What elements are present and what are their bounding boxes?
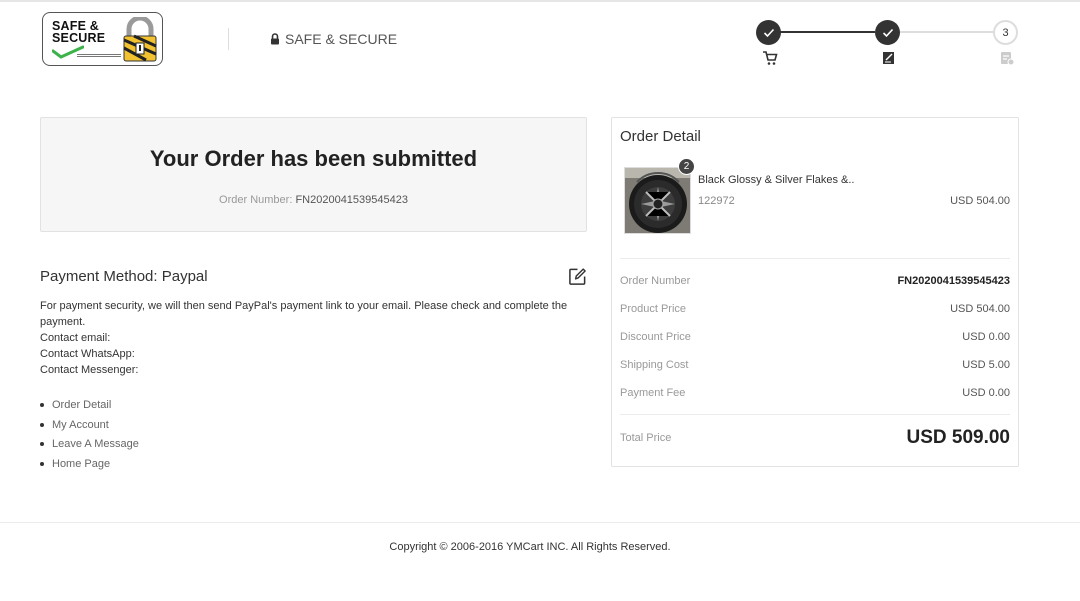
safe-secure-label: SAFE & SECURE <box>270 31 397 47</box>
step-connector <box>900 31 994 33</box>
order-detail-title: Order Detail <box>620 128 701 145</box>
receipt-icon <box>1001 52 1015 66</box>
step-1-complete <box>756 20 781 45</box>
tire-wheel-image <box>625 168 690 233</box>
order-submitted-title: Your Order has been submitted <box>149 146 478 171</box>
step-2-complete <box>875 20 900 45</box>
product-image[interactable] <box>624 167 691 234</box>
header-divider <box>228 28 229 50</box>
quick-links: Order Detail My Account Leave A Message … <box>40 396 139 474</box>
summary-row-order-number: Order Number FN2020041539545423 <box>620 275 1010 287</box>
safe-secure-logo[interactable]: SAFE & SECURE <box>42 12 163 66</box>
logo-fine-print <box>77 54 121 58</box>
order-detail-panel: Order Detail 2 Black Glossy & Silver Fla… <box>611 117 1019 467</box>
divider <box>620 414 1010 415</box>
check-icon <box>882 28 893 37</box>
product-price: USD 504.00 <box>950 195 1010 207</box>
contact-messenger: Contact Messenger: <box>40 364 139 376</box>
order-number-value: FN2020041539545423 <box>295 194 408 206</box>
edit-icon[interactable] <box>568 267 587 286</box>
check-icon <box>763 28 774 37</box>
cart-icon <box>763 51 778 65</box>
total-price-value: USD 509.00 <box>906 427 1010 448</box>
link-my-account[interactable]: My Account <box>40 416 139 436</box>
logo-text: SAFE & SECURE <box>52 19 106 45</box>
quantity-badge: 2 <box>678 158 695 175</box>
top-border <box>0 0 1080 2</box>
product-name[interactable]: Black Glossy & Silver Flakes &.. <box>698 174 855 186</box>
contact-whatsapp: Contact WhatsApp: <box>40 348 135 360</box>
payment-message: For payment security, we will then send … <box>40 300 568 328</box>
padlock-icon <box>123 17 157 62</box>
summary-row-shipping: Shipping Cost USD 5.00 <box>620 359 1010 371</box>
payment-method-title: Payment Method: Paypal <box>40 268 208 285</box>
divider <box>620 258 1010 259</box>
link-leave-message[interactable]: Leave A Message <box>40 435 139 455</box>
link-home-page[interactable]: Home Page <box>40 455 139 475</box>
lock-icon <box>271 33 279 45</box>
summary-row-discount: Discount Price USD 0.00 <box>620 331 1010 343</box>
order-submitted-panel: Your Order has been submitted Order Numb… <box>40 117 587 232</box>
product-sku: 122972 <box>698 195 735 207</box>
step-3-current: 3 <box>993 20 1018 45</box>
summary-row-payment-fee: Payment Fee USD 0.00 <box>620 387 1010 399</box>
step-connector <box>780 31 875 33</box>
payment-instructions: For payment security, we will then send … <box>40 298 588 378</box>
summary-row-product-price: Product Price USD 504.00 <box>620 303 1010 315</box>
contact-email: Contact email: <box>40 332 111 344</box>
edit-document-icon <box>883 52 894 64</box>
checkout-steps: 3 <box>755 18 1025 68</box>
order-number-line: Order Number: FN2020041539545423 <box>219 194 408 206</box>
total-price-row: Total Price USD 509.00 <box>620 427 1010 448</box>
link-order-detail[interactable]: Order Detail <box>40 396 139 416</box>
copyright-text: Copyright © 2006-2016 YMCart INC. All Ri… <box>389 541 671 553</box>
footer-divider <box>0 522 1080 523</box>
